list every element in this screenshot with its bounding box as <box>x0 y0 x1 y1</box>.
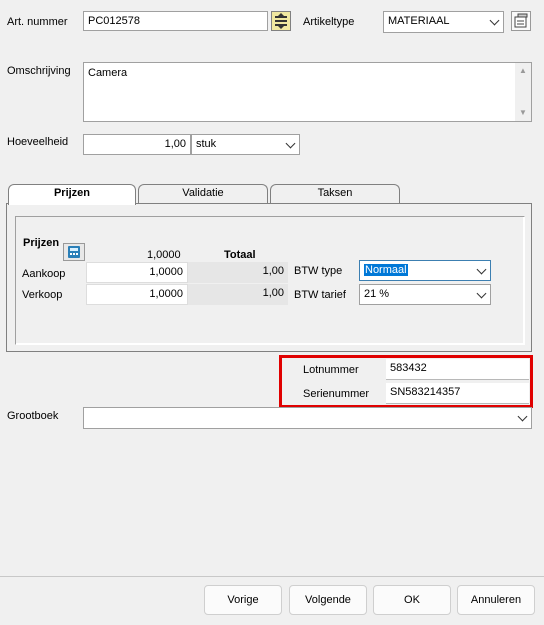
tab-validatie[interactable]: Validatie <box>138 184 268 204</box>
verkoop-price-field[interactable]: 1,0000 <box>86 284 188 305</box>
hoeveelheid-label: Hoeveelheid <box>7 136 69 148</box>
lotnummer-field[interactable]: 583432 <box>386 359 529 380</box>
chevron-down-icon <box>476 264 487 275</box>
artikeltype-value: MATERIAAL <box>388 15 450 27</box>
omschrijving-scrollbar[interactable]: ▲ ▼ <box>515 63 531 121</box>
lotnummer-label: Lotnummer <box>303 364 359 376</box>
properties-icon[interactable] <box>511 11 531 31</box>
footer-divider <box>0 576 544 577</box>
omschrijving-value: Camera <box>88 67 128 79</box>
verkoop-total: 1,00 <box>188 284 288 305</box>
grootboek-label: Grootboek <box>7 410 59 422</box>
chevron-down-icon <box>517 411 528 422</box>
calculator-icon[interactable] <box>63 243 85 261</box>
volgende-button[interactable]: Volgende <box>289 585 367 615</box>
ok-button[interactable]: OK <box>373 585 451 615</box>
artikeltype-select[interactable]: MATERIAAL <box>383 11 504 33</box>
artikeltype-label: Artikeltype <box>303 16 355 28</box>
col-qty-header: 1,0000 <box>147 249 181 261</box>
art-nummer-field[interactable]: PC012578 <box>83 11 268 31</box>
scroll-up-icon[interactable]: ▲ <box>519 66 527 75</box>
omschrijving-label: Omschrijving <box>7 65 71 77</box>
vorige-button[interactable]: Vorige <box>204 585 282 615</box>
chevron-down-icon <box>285 138 296 149</box>
chevron-down-icon <box>476 288 487 299</box>
aankoop-price-field[interactable]: 1,0000 <box>86 262 188 283</box>
annuleren-button[interactable]: Annuleren <box>457 585 535 615</box>
unit-select[interactable]: stuk <box>191 134 300 155</box>
grootboek-select[interactable] <box>83 407 532 429</box>
chevron-down-icon <box>489 15 500 26</box>
aankoop-total: 1,00 <box>188 262 288 283</box>
btw-type-label: BTW type <box>294 265 343 277</box>
scroll-down-icon[interactable]: ▼ <box>519 108 527 117</box>
serienummer-label: Serienummer <box>303 388 370 400</box>
omschrijving-textarea[interactable]: Camera ▲ ▼ <box>83 62 532 122</box>
col-total-header: Totaal <box>224 249 256 261</box>
btw-type-select[interactable]: Normaal <box>359 260 491 281</box>
btw-tarief-select[interactable]: 21 % <box>359 284 491 305</box>
art-nummer-label: Art. nummer <box>7 16 68 28</box>
unit-value: stuk <box>196 138 217 150</box>
btw-tarief-value: 21 % <box>364 288 390 300</box>
serienummer-field[interactable]: SN583214357 <box>386 383 529 404</box>
lookup-icon[interactable] <box>271 11 291 31</box>
tab-prijzen[interactable]: Prijzen <box>8 184 136 205</box>
tab-taksen[interactable]: Taksen <box>270 184 400 204</box>
aankoop-label: Aankoop <box>22 268 66 280</box>
hoeveelheid-field[interactable]: 1,00 <box>83 134 191 155</box>
prijzen-title: Prijzen <box>23 237 60 249</box>
btw-tarief-label: BTW tarief <box>294 289 346 301</box>
verkoop-label: Verkoop <box>22 289 63 301</box>
btw-type-value: Normaal <box>364 264 408 276</box>
